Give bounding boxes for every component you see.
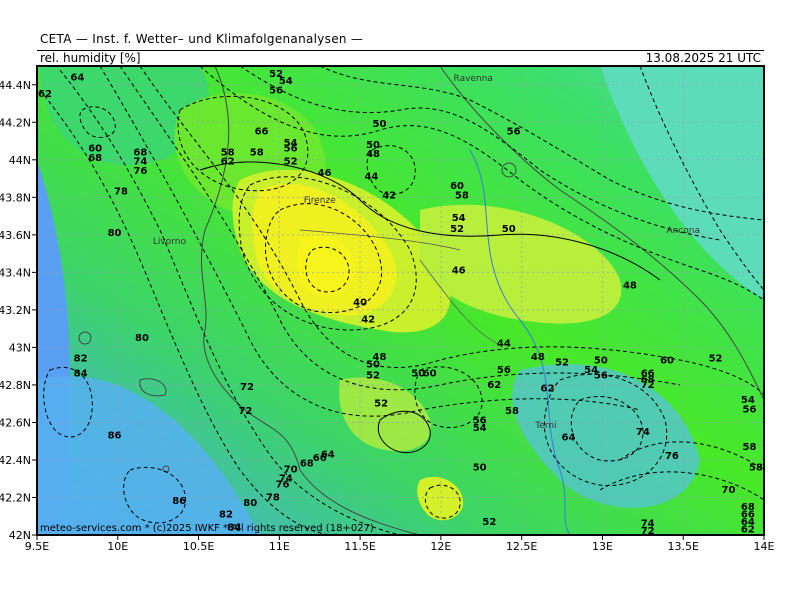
contour-value-label: 52: [555, 357, 569, 368]
x-tick-label: 13E: [592, 540, 613, 553]
contour-value-label: 62: [38, 89, 52, 100]
contour-value-label: 72: [240, 382, 254, 393]
map-field: RavennaFirenzeLivornoAnconaTerni 6462525…: [37, 66, 764, 535]
y-tick-label: 43.2N: [0, 304, 31, 317]
contour-value-label: 56: [507, 127, 521, 138]
contour-value-label: 44: [497, 339, 511, 350]
contour-value-label: 46: [318, 168, 332, 179]
contour-value-label: 42: [382, 190, 396, 201]
x-tick-label: 11.5E: [344, 540, 375, 553]
y-tick-label: 43N: [9, 341, 31, 354]
contour-value-label: 58: [505, 406, 519, 417]
x-tick-label: 10E: [107, 540, 128, 553]
humidity-map: RavennaFirenzeLivornoAnconaTerni 6462525…: [0, 65, 775, 553]
y-tick-label: 43.6N: [0, 229, 31, 242]
contour-value-label: 62: [221, 157, 235, 168]
y-tick-label: 42.4N: [0, 454, 31, 467]
contour-value-label: 66: [255, 127, 269, 138]
contour-value-label: 76: [665, 451, 679, 462]
contour-value-label: 48: [366, 149, 380, 160]
contour-value-label: 56: [594, 371, 608, 382]
contour-value-label: 54: [452, 213, 466, 224]
contour-value-label: 82: [74, 354, 88, 365]
contour-value-label: 82: [219, 509, 233, 520]
copyright-credit: meteo-services.com * (c)2025 IWKF * All …: [40, 523, 374, 534]
contour-value-label: 58: [250, 147, 264, 158]
contour-value-label: 64: [562, 432, 576, 443]
contour-value-label: 68: [88, 153, 102, 164]
contour-value-label: 54: [473, 423, 487, 434]
contour-value-label: 48: [531, 352, 545, 363]
contour-value-label: 62: [541, 384, 555, 395]
y-tick-label: 44N: [9, 154, 31, 167]
y-tick-label: 42.6N: [0, 416, 31, 429]
contour-value-label: 52: [709, 354, 723, 365]
contour-value-label: 80: [243, 498, 257, 509]
contour-value-label: 50: [473, 462, 487, 473]
y-tick-label: 43.4N: [0, 266, 31, 279]
contour-value-label: 56: [269, 85, 283, 96]
contour-value-label: 46: [452, 265, 466, 276]
contour-value-label: 78: [266, 492, 280, 503]
x-tick-label: 12E: [430, 540, 451, 553]
contour-value-label: 78: [114, 187, 128, 198]
contour-value-label: 40: [353, 297, 367, 308]
contour-value-label: 62: [487, 380, 501, 391]
y-tick-label: 42.2N: [0, 491, 31, 504]
y-tick-label: 43.8N: [0, 191, 31, 204]
contour-value-label: 52: [366, 371, 380, 382]
contour-value-label: 50: [373, 119, 387, 130]
contour-value-label: 76: [276, 479, 290, 490]
x-tick-label: 10.5E: [183, 540, 214, 553]
x-tick-label: 12.5E: [506, 540, 537, 553]
city-label: Terni: [534, 421, 556, 431]
y-tick-label: 42.8N: [0, 379, 31, 392]
x-tick-label: 11E: [269, 540, 290, 553]
contour-value-label: 58: [455, 190, 469, 201]
contour-value-label: 52: [450, 224, 464, 235]
contour-value-label: 56: [284, 144, 298, 155]
contour-value-label: 48: [623, 280, 637, 291]
contour-value-label: 80: [108, 228, 122, 239]
contour-value-label: 86: [108, 431, 122, 442]
contour-value-label: 68: [300, 459, 314, 470]
x-tick-label: 14E: [754, 540, 775, 553]
contour-value-label: 52: [482, 517, 496, 528]
contour-value-label: 56: [742, 404, 756, 415]
contour-value-label: 84: [74, 369, 88, 380]
city-label: Ancona: [666, 226, 700, 236]
contour-value-label: 58: [749, 462, 763, 473]
contour-value-label: 70: [721, 485, 735, 496]
contour-value-label: 52: [374, 399, 388, 410]
y-tick-label: 44.2N: [0, 116, 31, 129]
y-tick-label: 42N: [9, 529, 31, 542]
contour-value-label: 52: [284, 157, 298, 168]
contour-value-label: 44: [364, 172, 378, 183]
contour-value-label: 64: [70, 72, 84, 83]
contour-value-label: 86: [172, 496, 186, 507]
contour-value-label: 76: [133, 166, 147, 177]
city-label: Livorno: [153, 237, 187, 247]
contour-value-label: 56: [497, 365, 511, 376]
contour-value-label: 50: [502, 224, 516, 235]
contour-value-label: 74: [636, 427, 650, 438]
contour-value-label: 42: [361, 314, 375, 325]
contour-value-label: 58: [742, 442, 756, 453]
city-label: Firenze: [304, 196, 336, 206]
y-tick-label: 44.4N: [0, 79, 31, 92]
contour-value-label: 60: [423, 369, 437, 380]
contour-value-label: 60: [660, 356, 674, 367]
contour-value-label: 72: [641, 380, 655, 391]
contour-value-label: 62: [741, 524, 755, 535]
contour-value-label: 50: [366, 359, 380, 370]
city-label: Ravenna: [454, 74, 493, 84]
contour-value-label: 80: [135, 333, 149, 344]
x-tick-label: 13.5E: [667, 540, 698, 553]
contour-value-label: 72: [238, 406, 252, 417]
contour-value-label: 66: [313, 453, 327, 464]
